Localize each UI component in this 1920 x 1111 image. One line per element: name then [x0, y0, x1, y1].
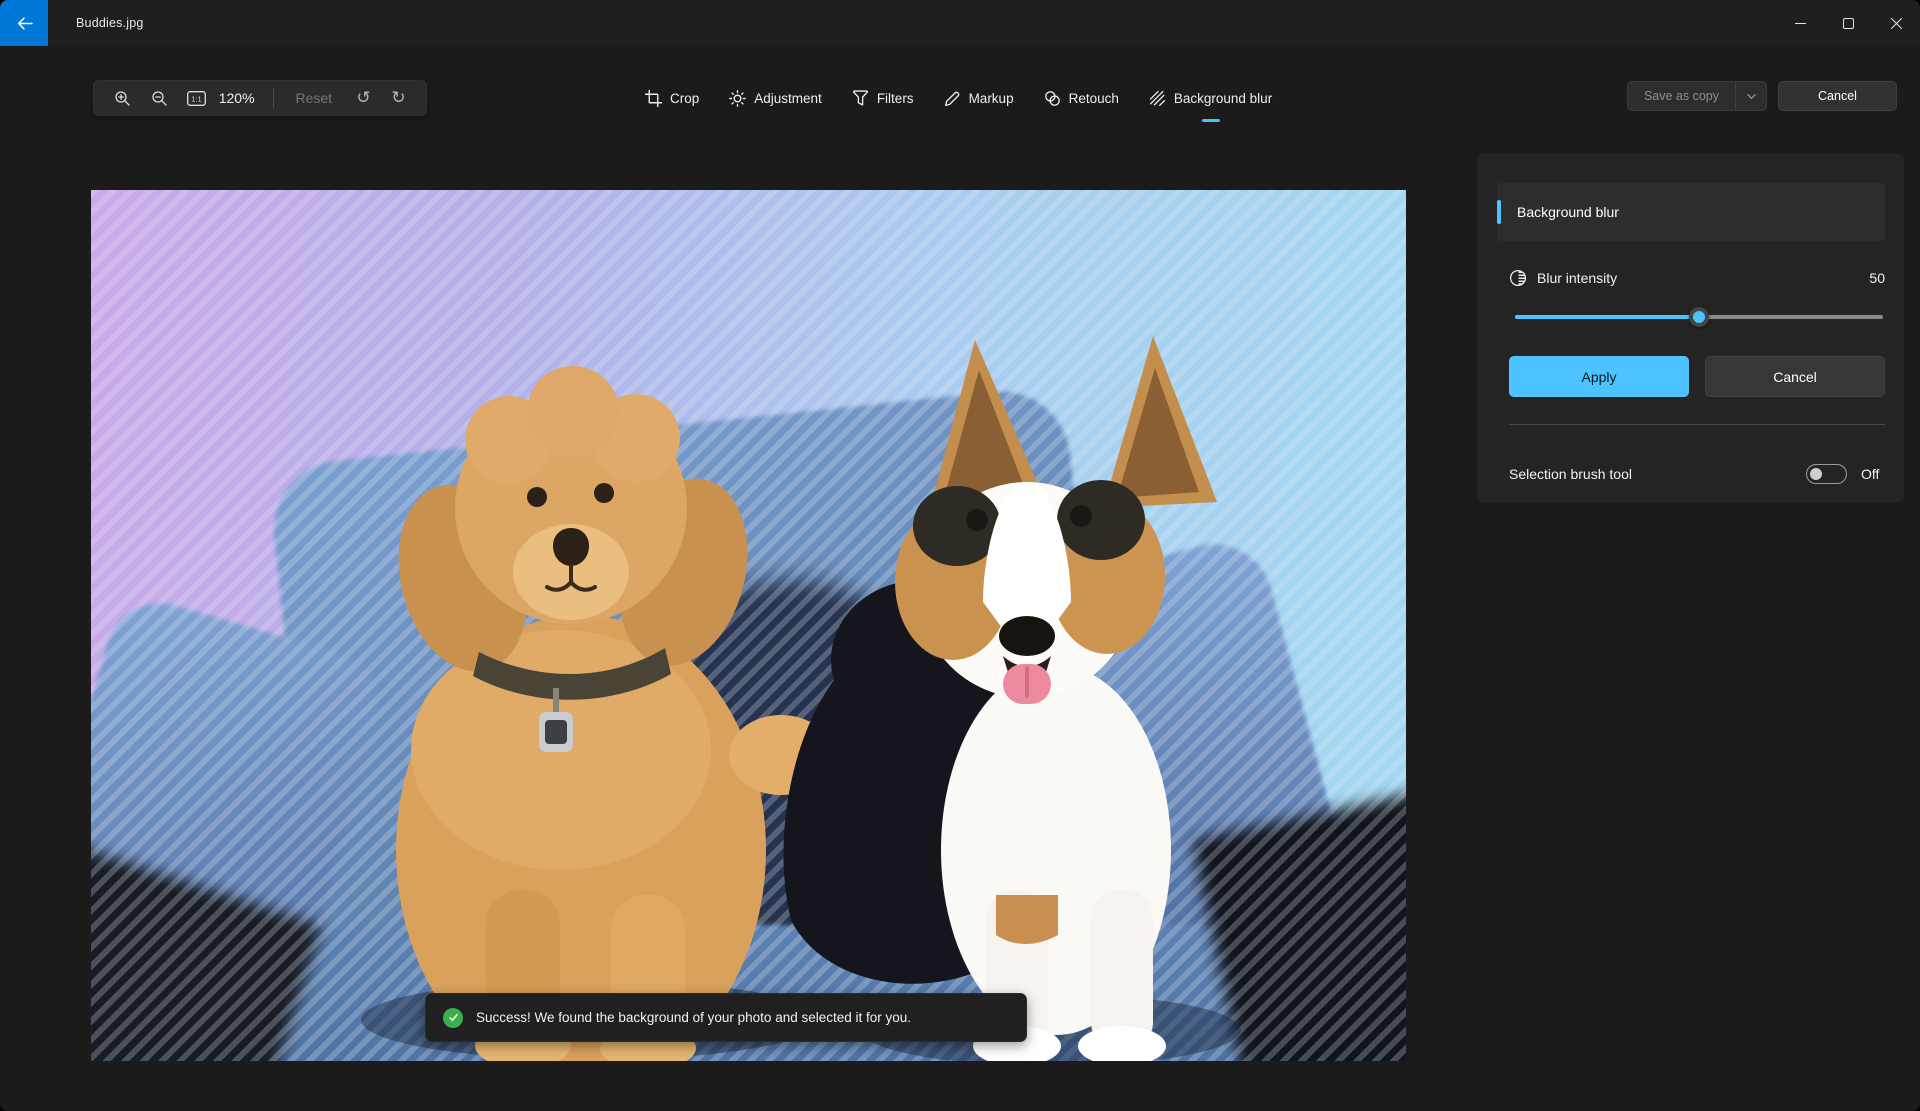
undo-button[interactable]: ↺ [346, 83, 381, 113]
top-actions: Save as copy Cancel [1626, 81, 1897, 111]
svg-text:1:1: 1:1 [191, 94, 201, 103]
photos-app-window: Buddies.jpg 1:1 120% Reset ↺ ↻ Crop Adju… [0, 0, 1920, 1111]
blur-intensity-row: Blur intensity 50 [1509, 265, 1885, 291]
zoom-level-value: 120% [218, 90, 255, 106]
zoom-in-button[interactable] [104, 83, 141, 113]
tab-background-blur[interactable]: Background blur [1149, 80, 1273, 122]
close-icon [1890, 17, 1902, 29]
tab-retouch[interactable]: Retouch [1044, 80, 1119, 116]
background-blur-panel: Background blur Blur intensity 50 Apply … [1477, 153, 1904, 503]
blur-intensity-icon [1509, 269, 1527, 287]
window-title: Buddies.jpg [76, 16, 144, 30]
selection-brush-label: Selection brush tool [1509, 466, 1632, 482]
panel-cancel-button[interactable]: Cancel [1705, 356, 1885, 397]
success-check-icon [443, 1007, 463, 1028]
actual-size-icon: 1:1 [186, 90, 206, 106]
tab-markup[interactable]: Markup [944, 80, 1014, 116]
redo-button[interactable]: ↻ [381, 83, 416, 113]
photo-illustration-dogs [361, 336, 1241, 1061]
selection-brush-toggle[interactable] [1806, 464, 1847, 484]
toolbar-divider [272, 88, 274, 108]
undo-icon: ↺ [356, 88, 371, 108]
tab-label: Crop [670, 90, 700, 106]
tab-label: Filters [876, 90, 914, 106]
panel-divider [1509, 424, 1885, 425]
filters-icon [852, 89, 868, 106]
redo-icon: ↻ [391, 88, 406, 108]
goldendoodle-puppy [396, 366, 833, 1061]
panel-buttons: Apply Cancel [1509, 356, 1885, 397]
save-options-dropdown[interactable] [1736, 82, 1766, 110]
toast-message: Success! We found the background of your… [476, 1010, 912, 1025]
toggle-knob [1810, 468, 1822, 480]
actual-size-button[interactable]: 1:1 [178, 83, 215, 113]
view-toolbar: 1:1 120% Reset ↺ ↻ [93, 80, 427, 116]
chevron-down-icon [1746, 93, 1756, 99]
window-controls [1776, 0, 1920, 46]
blur-intensity-slider[interactable] [1515, 307, 1883, 327]
zoom-out-button[interactable] [141, 83, 178, 113]
maximize-button[interactable] [1824, 0, 1872, 46]
background-blur-icon [1149, 90, 1165, 106]
tab-label: Retouch [1068, 90, 1119, 106]
edit-tabs: Crop Adjustment Filters Markup Retouch B… [645, 80, 1273, 122]
tab-label: Markup [968, 90, 1014, 106]
minimize-button[interactable] [1776, 0, 1824, 46]
blur-slider-fill [1515, 315, 1699, 319]
tab-crop[interactable]: Crop [645, 80, 699, 116]
crop-icon [645, 89, 662, 107]
tab-label: Background blur [1173, 90, 1273, 106]
accent-bar [1497, 200, 1501, 224]
retouch-icon [1044, 90, 1060, 106]
markup-icon [944, 91, 959, 106]
photo-canvas[interactable]: Success! We found the background of your… [91, 190, 1406, 1061]
blur-slider-thumb[interactable] [1689, 307, 1709, 327]
maximize-icon [1842, 17, 1854, 29]
blur-intensity-label: Blur intensity [1537, 270, 1618, 286]
zoom-in-icon [115, 90, 130, 106]
zoom-out-icon [152, 90, 167, 106]
reset-button[interactable]: Reset [282, 90, 347, 106]
blur-intensity-value: 50 [1869, 270, 1885, 286]
cancel-edit-button[interactable]: Cancel [1778, 81, 1897, 111]
back-button[interactable] [0, 0, 48, 46]
selection-brush-row: Selection brush tool Off [1509, 459, 1885, 489]
corgi-puppy [783, 336, 1217, 1061]
title-bar: Buddies.jpg [0, 0, 1920, 46]
minimize-icon [1794, 22, 1806, 24]
back-arrow-icon [17, 16, 33, 30]
tab-label: Adjustment [754, 90, 822, 106]
save-as-copy-split-button: Save as copy [1626, 81, 1767, 111]
success-toast: Success! We found the background of your… [425, 993, 1027, 1042]
panel-header: Background blur [1497, 183, 1885, 241]
close-button[interactable] [1872, 0, 1920, 46]
active-tab-underline [1201, 119, 1220, 122]
apply-button[interactable]: Apply [1509, 356, 1689, 397]
tab-adjustment[interactable]: Adjustment [729, 80, 822, 116]
panel-title: Background blur [1517, 204, 1619, 220]
selection-brush-state: Off [1861, 466, 1880, 482]
adjustment-icon [729, 89, 747, 107]
tab-filters[interactable]: Filters [852, 80, 914, 116]
save-as-copy-button[interactable]: Save as copy [1628, 82, 1735, 110]
